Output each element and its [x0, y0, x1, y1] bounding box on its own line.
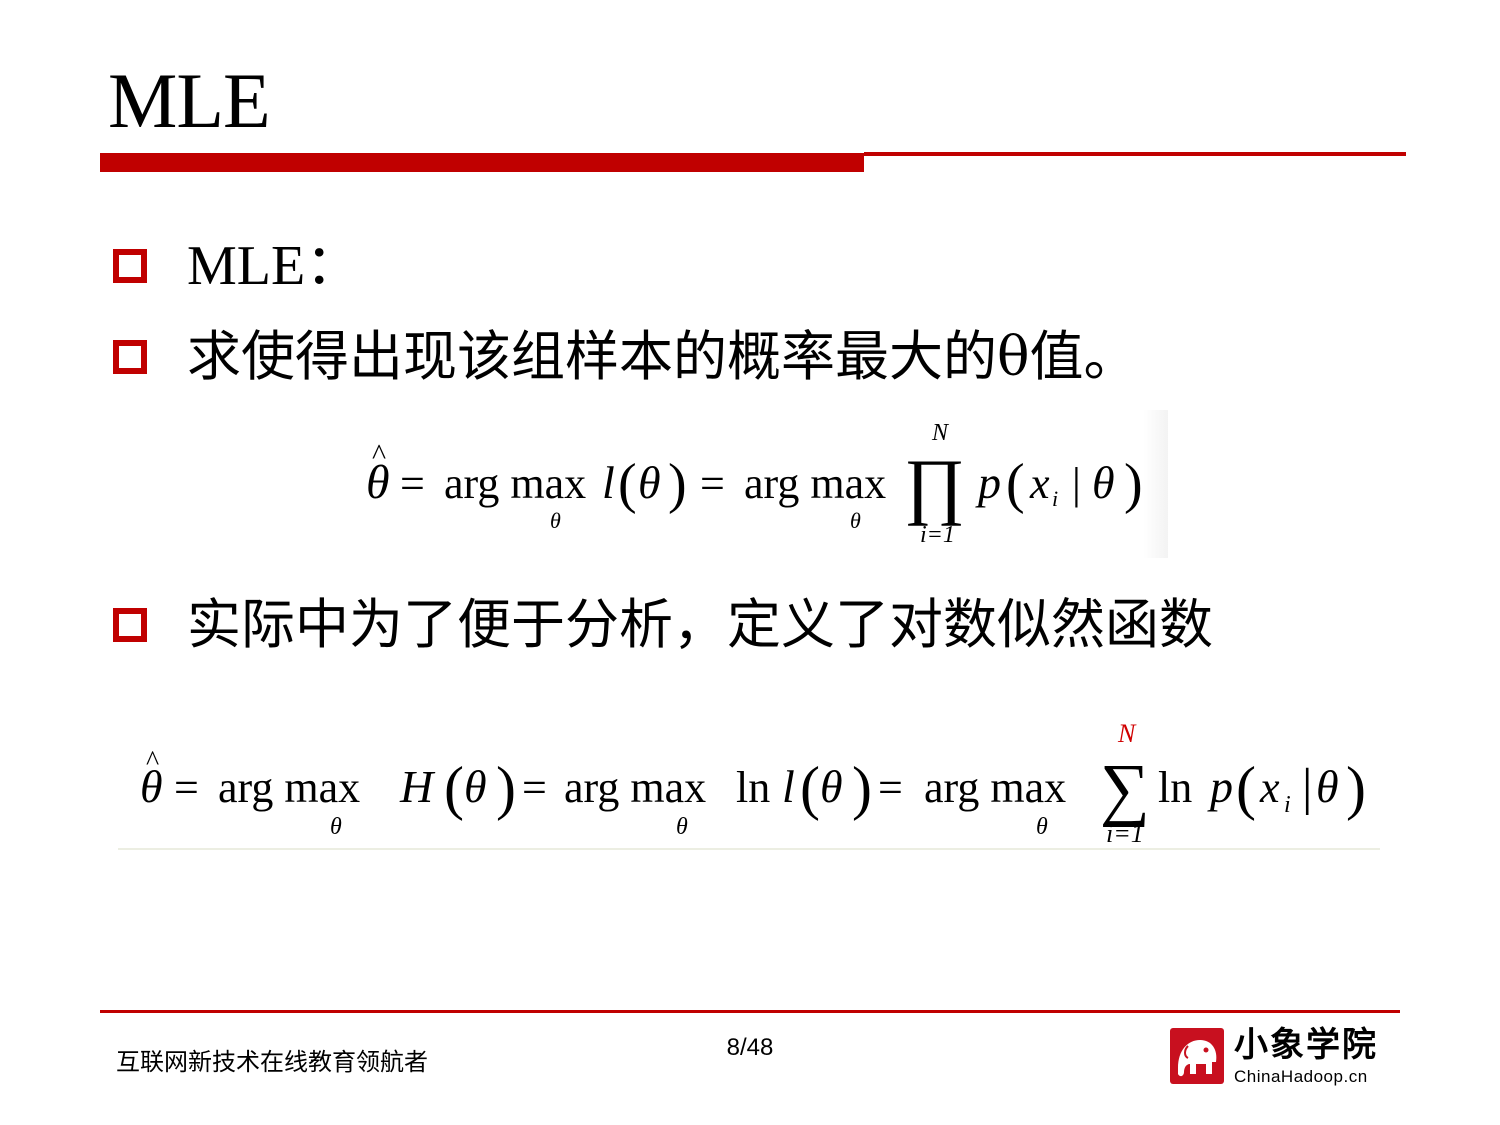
argmax-subscript: θ — [676, 814, 688, 840]
equals-sign: = — [700, 459, 725, 508]
argmax-subscript: θ — [1036, 814, 1048, 840]
sample-x: x — [1029, 459, 1050, 508]
argmax-operator: arg max — [924, 763, 1066, 812]
sample-index-i: i — [1052, 486, 1058, 511]
argmax-operator: arg max — [564, 763, 706, 812]
square-bullet-icon — [113, 249, 147, 283]
right-paren: ) — [852, 755, 872, 821]
left-paren: ( — [1236, 755, 1256, 821]
likelihood-l: l — [782, 761, 795, 812]
log-likelihood-formula: θ ^ = arg max θ H ( θ ) = arg max θ ln l… — [118, 718, 1380, 850]
equals-sign: = — [522, 763, 547, 812]
theta-symbol: θ — [820, 761, 843, 812]
argmax-operator: arg max — [744, 459, 886, 508]
product-symbol: ∏ — [904, 445, 965, 527]
equals-sign: = — [174, 763, 199, 812]
sample-x: x — [1259, 763, 1280, 812]
bullet-item: 实际中为了便于分析，定义了对数似然函数 — [113, 598, 1213, 652]
bullet-item: MLE： — [113, 238, 361, 294]
ln-operator: ln — [736, 763, 770, 812]
footer-divider — [100, 1010, 1400, 1013]
logo-url: ChinaHadoop.cn — [1234, 1067, 1368, 1086]
equals-sign: = — [878, 763, 903, 812]
sum-upper-limit: N — [1117, 719, 1137, 748]
argmax-subscript: θ — [550, 508, 561, 533]
argmax-subscript: θ — [850, 508, 861, 533]
right-paren: ) — [668, 453, 687, 515]
title-underline-thin — [864, 152, 1406, 156]
title-underline-thick — [100, 153, 864, 172]
summation-symbol: ∑ — [1100, 751, 1150, 828]
elephant-logo-icon — [1170, 1028, 1224, 1084]
bullet-text: 实际中为了便于分析，定义了对数似然函数 — [187, 593, 1213, 656]
theta-symbol: θ — [464, 761, 487, 812]
logo-name: 小象学院 — [1234, 1025, 1378, 1065]
hat-accent: ^ — [372, 438, 386, 471]
left-paren: ( — [1006, 453, 1025, 515]
probability-p: p — [975, 457, 1001, 508]
log-likelihood-formula-svg: θ ^ = arg max θ H ( θ ) = arg max θ ln l… — [140, 719, 1366, 848]
hat-accent: ^ — [146, 746, 159, 777]
brand-logo: 小象学院 ChinaHadoop.cn — [1170, 1028, 1378, 1085]
product-upper-limit: N — [931, 420, 950, 446]
given-bar: | — [1302, 759, 1312, 816]
bullet-text: 求使得出现该组样本的概率最大的θ值。 — [187, 325, 1138, 388]
square-bullet-icon — [113, 340, 147, 374]
equals-sign: = — [400, 459, 425, 508]
argmax-operator: arg max — [218, 763, 360, 812]
argmax-operator: arg max — [444, 459, 586, 508]
bullet-item: 求使得出现该组样本的概率最大的θ值。 — [113, 330, 1138, 384]
theta-symbol: θ — [638, 457, 661, 508]
sample-index-i: i — [1284, 792, 1291, 818]
slide-title: MLE — [108, 57, 271, 144]
given-bar: | — [1072, 459, 1081, 508]
argmax-subscript: θ — [330, 814, 342, 840]
bullet-text: MLE： — [187, 235, 362, 297]
sum-lower-limit: i=1 — [1106, 819, 1144, 848]
right-paren: ) — [1346, 755, 1366, 821]
right-paren: ) — [496, 755, 516, 821]
theta-symbol: θ — [1316, 761, 1339, 812]
ln-operator: ln — [1158, 763, 1192, 812]
right-paren: ) — [1124, 453, 1143, 515]
likelihood-formula-svg: θ ^ = arg max θ l ( θ ) = arg max θ N ∏ … — [366, 420, 1143, 548]
likelihood-formula: θ ^ = arg max θ l ( θ ) = arg max θ N ∏ … — [356, 410, 1168, 558]
probability-p: p — [1207, 761, 1233, 812]
left-paren: ( — [618, 453, 637, 515]
left-paren: ( — [800, 755, 820, 821]
left-paren: ( — [444, 755, 464, 821]
likelihood-l: l — [602, 457, 615, 508]
square-bullet-icon — [113, 608, 147, 642]
function-H: H — [399, 761, 436, 812]
theta-symbol: θ — [1092, 457, 1115, 508]
product-lower-limit: i=1 — [920, 522, 955, 548]
